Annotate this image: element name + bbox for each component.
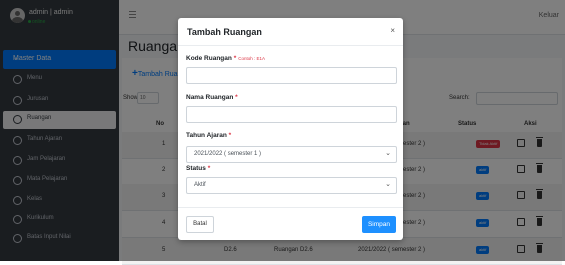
cancel-button[interactable]: Batal — [186, 216, 214, 233]
chevron-down-icon: ⌄ — [385, 150, 391, 157]
modal-header-divider — [178, 45, 403, 46]
nama-ruangan-input[interactable] — [186, 106, 397, 123]
nama-ruangan-label: Nama Ruangan * — [186, 94, 238, 101]
status-select[interactable]: Aktif ⌄ — [186, 177, 397, 194]
status-value: Aktif — [194, 182, 206, 188]
tahun-ajaran-label: Tahun Ajaran * — [186, 132, 232, 139]
kode-ruangan-label: Kode Ruangan * Contoh : E1A — [186, 55, 265, 62]
kode-ruangan-input[interactable] — [186, 67, 397, 84]
close-icon[interactable]: × — [390, 26, 395, 35]
modal-footer-divider — [178, 207, 403, 208]
chevron-down-icon: ⌄ — [385, 181, 391, 188]
tahun-ajaran-select[interactable]: 2021/2022 ( semester 1 ) ⌄ — [186, 146, 397, 163]
modal-title: Tambah Ruangan — [187, 27, 262, 37]
add-ruangan-modal: Tambah Ruangan × Kode Ruangan * Contoh : … — [178, 18, 403, 240]
status-label: Status * — [186, 165, 211, 172]
kode-ruangan-hint: Contoh : E1A — [238, 56, 265, 61]
tahun-ajaran-value: 2021/2022 ( semester 1 ) — [194, 151, 262, 157]
save-button[interactable]: Simpan — [362, 216, 396, 233]
